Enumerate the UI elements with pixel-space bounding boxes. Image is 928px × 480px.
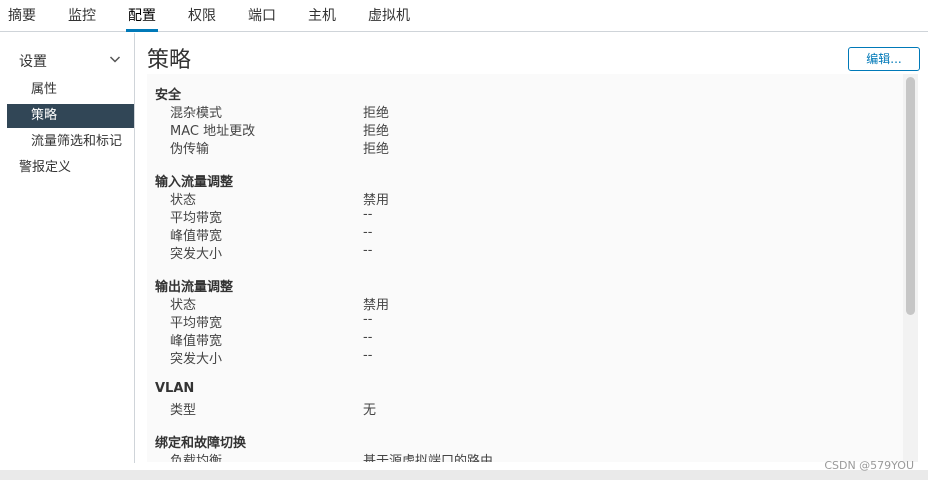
sidebar-item-label: 属性	[31, 82, 58, 97]
tab-permissions[interactable]: 权限	[188, 0, 216, 32]
settings-sidebar: 设置 属性 策略 流量筛选和标记 警报定义	[0, 33, 135, 463]
settings-group-title: 设置	[19, 54, 47, 70]
row-label: 峰值带宽	[170, 334, 223, 349]
row-value: --	[363, 330, 373, 345]
row-label: 平均带宽	[170, 211, 223, 226]
row-value: --	[363, 312, 373, 327]
tab-configure[interactable]: 配置	[126, 0, 158, 32]
tab-ports[interactable]: 端口	[248, 0, 276, 32]
sidebar-item-label: 策略	[31, 108, 58, 123]
watermark: CSDN @579YOU	[824, 459, 914, 472]
row-label: 峰值带宽	[170, 229, 223, 244]
row-value: --	[363, 225, 373, 240]
row-value: 拒绝	[363, 106, 390, 121]
row-label: 状态	[170, 193, 197, 208]
settings-group-toggle[interactable]: 设置	[0, 47, 134, 71]
tab-monitor[interactable]: 监控	[68, 0, 96, 32]
row-value: 拒绝	[363, 142, 390, 157]
section-title-security: 安全	[155, 88, 182, 103]
sidebar-item-properties[interactable]: 属性	[7, 78, 134, 102]
page-title: 策略	[147, 48, 192, 73]
row-value: --	[363, 207, 373, 222]
edit-button[interactable]: 编辑...	[848, 47, 920, 71]
scrollbar-thumb[interactable]	[906, 77, 915, 315]
row-label: 类型	[170, 403, 197, 418]
row-value: --	[363, 243, 373, 258]
row-value: --	[363, 348, 373, 363]
row-label: 混杂模式	[170, 106, 223, 121]
row-value: 禁用	[363, 298, 390, 313]
row-label: 突发大小	[170, 247, 223, 262]
sidebar-item-label: 流量筛选和标记	[31, 134, 123, 149]
tab-summary[interactable]: 摘要	[8, 0, 36, 32]
section-title-vlan: VLAN	[155, 381, 195, 396]
policy-details-panel: 安全 混杂模式 拒绝 MAC 地址更改 拒绝 伪传输 拒绝 输入流量调整 状态 …	[147, 74, 903, 462]
section-title-egress-shaping: 输出流量调整	[155, 280, 234, 295]
bottom-strip	[0, 470, 928, 480]
row-label: 突发大小	[170, 352, 223, 367]
section-title-ingress-shaping: 输入流量调整	[155, 175, 234, 190]
sidebar-item-alarm-definitions[interactable]: 警报定义	[19, 157, 71, 179]
row-label: 负载均衡	[170, 454, 223, 462]
row-label: 状态	[170, 298, 197, 313]
row-value: 无	[363, 403, 377, 418]
chevron-down-icon	[109, 56, 121, 63]
content-scrollbar[interactable]	[903, 74, 918, 462]
sidebar-item-traffic-filtering[interactable]: 流量筛选和标记	[7, 130, 134, 154]
row-value: 拒绝	[363, 124, 390, 139]
row-label: 伪传输	[170, 142, 210, 157]
top-tab-bar: 摘要 监控 配置 权限 端口 主机 虚拟机	[0, 0, 928, 32]
sidebar-item-policies[interactable]: 策略	[7, 104, 134, 128]
tab-vms[interactable]: 虚拟机	[368, 0, 410, 32]
row-value: 基于源虚拟端口的路由	[363, 454, 494, 462]
section-title-teaming-failover: 绑定和故障切换	[155, 436, 247, 451]
row-label: MAC 地址更改	[170, 124, 256, 139]
row-value: 禁用	[363, 193, 390, 208]
tab-hosts[interactable]: 主机	[308, 0, 336, 32]
row-label: 平均带宽	[170, 316, 223, 331]
